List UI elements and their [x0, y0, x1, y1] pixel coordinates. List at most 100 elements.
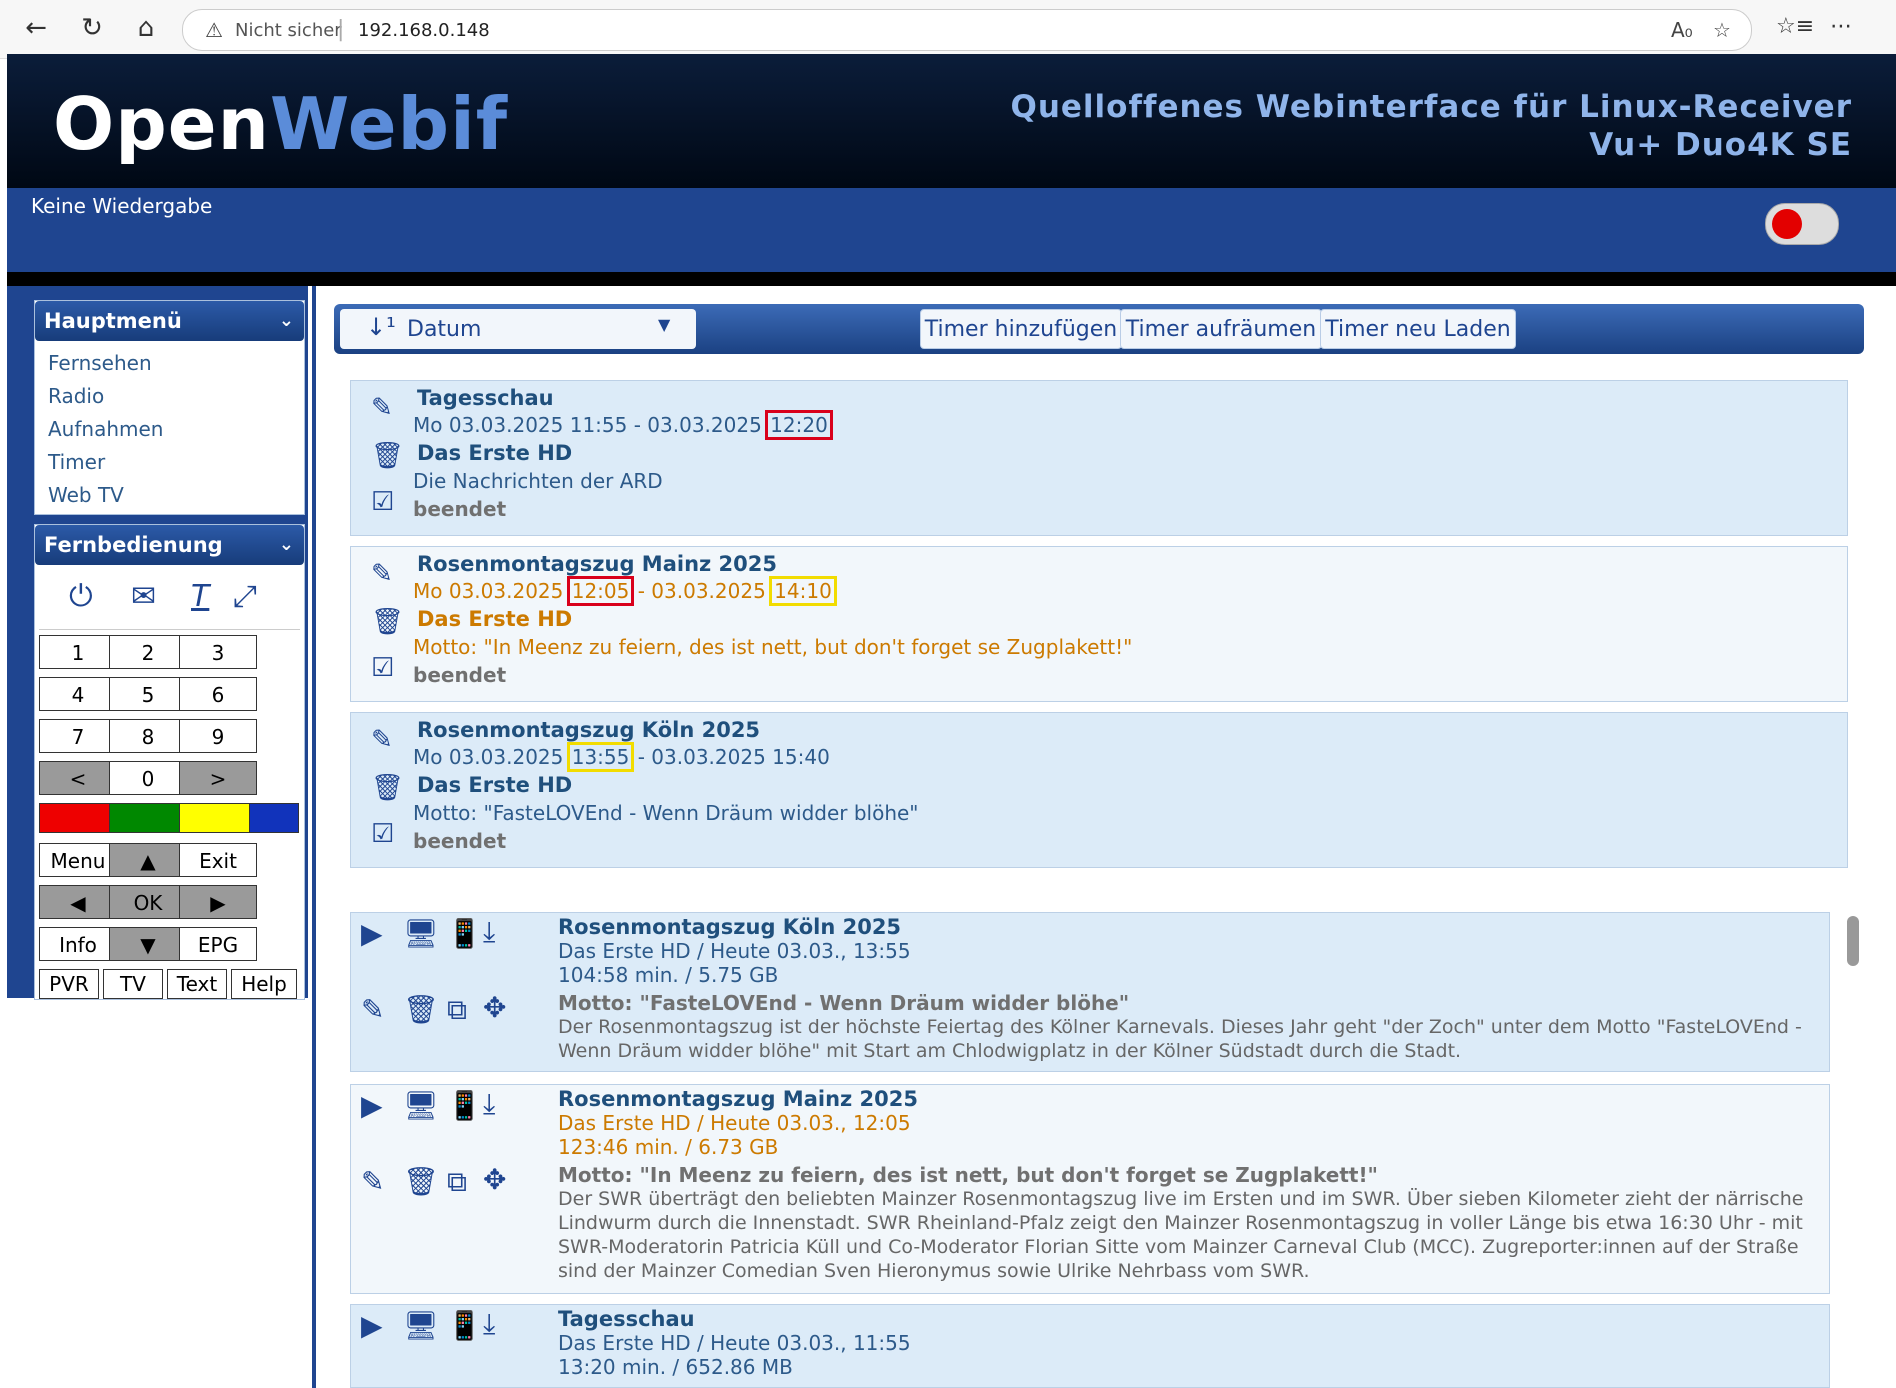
key-3[interactable]: 3	[179, 635, 257, 669]
scrollbar-thumb[interactable]	[1847, 916, 1859, 966]
key-green[interactable]	[109, 803, 187, 833]
edit-icon[interactable]: ✎	[371, 559, 393, 589]
copy-icon[interactable]: ⧉	[447, 1165, 467, 1199]
mobile-icon[interactable]: 📱	[447, 1309, 482, 1342]
trash-icon[interactable]: 🗑	[403, 1165, 439, 1198]
play-icon[interactable]: ▶	[361, 1309, 383, 1342]
home-icon[interactable]: ⌂	[128, 10, 164, 46]
add-timer-button[interactable]: Timer hinzufügen	[920, 309, 1122, 349]
main-menu-header[interactable]: Hauptmenü ⌄	[35, 301, 304, 341]
key-next[interactable]: >	[179, 761, 257, 795]
download-icon[interactable]: ⤓	[483, 1087, 495, 1121]
recording-title[interactable]: Rosenmontagszug Köln 2025	[558, 915, 901, 939]
favorites-icon[interactable]: ☆≡	[1776, 14, 1814, 39]
timer-start-highlight: 12:05	[566, 576, 635, 606]
key-right[interactable]: ▶	[179, 885, 257, 919]
monitor-icon[interactable]: 🖥	[403, 1309, 439, 1342]
timer-channel: Das Erste HD	[417, 773, 573, 797]
menu-item-fernsehen[interactable]: Fernsehen	[35, 347, 304, 380]
back-icon[interactable]: ←	[18, 10, 54, 46]
mobile-icon[interactable]: 📱	[447, 917, 482, 950]
key-left[interactable]: ◀	[39, 885, 117, 919]
cleanup-timers-button[interactable]: Timer aufräumen	[1120, 309, 1322, 349]
toggle-knob	[1772, 209, 1802, 239]
key-blue[interactable]	[249, 803, 299, 833]
key-red[interactable]	[39, 803, 117, 833]
download-icon[interactable]: ⤓	[483, 1307, 495, 1341]
security-warning: Nicht sicher	[235, 20, 342, 41]
menu-item-timer[interactable]: Timer	[35, 446, 304, 479]
remote-header[interactable]: Fernbedienung ⌄	[35, 525, 304, 565]
checkbox-icon[interactable]: ☑	[371, 653, 394, 683]
key-pvr[interactable]: PVR	[39, 969, 99, 999]
key-menu[interactable]: Menu	[39, 843, 117, 877]
mobile-icon[interactable]: 📱	[447, 1089, 482, 1122]
trash-icon[interactable]: 🗑	[371, 773, 404, 803]
menu-item-webtv[interactable]: Web TV	[35, 479, 304, 512]
url-text[interactable]: 192.168.0.148	[358, 20, 490, 41]
power-icon[interactable]: ⏻	[69, 579, 93, 614]
favorite-star-icon[interactable]: ☆	[1713, 18, 1731, 42]
key-help[interactable]: Help	[231, 969, 297, 999]
play-icon[interactable]: ▶	[361, 917, 383, 950]
edit-icon[interactable]: ✎	[361, 993, 384, 1026]
sort-select[interactable]: ↓¹ Datum ▼	[340, 309, 696, 349]
edit-icon[interactable]: ✎	[371, 393, 393, 423]
timer-status: beendet	[413, 829, 507, 853]
key-5[interactable]: 5	[109, 677, 187, 711]
download-icon[interactable]: ⤓	[483, 915, 495, 949]
move-icon[interactable]: ✥	[483, 1163, 506, 1196]
key-info[interactable]: Info	[39, 927, 117, 961]
chevron-down-icon[interactable]: ⌄	[279, 301, 294, 341]
key-6[interactable]: 6	[179, 677, 257, 711]
reload-icon[interactable]: ↻	[74, 10, 110, 46]
play-icon[interactable]: ▶	[361, 1089, 383, 1122]
edit-icon[interactable]: ✎	[361, 1165, 384, 1198]
recording-title[interactable]: Tagesschau	[558, 1307, 695, 1331]
recording-description: Der Rosenmontagszug ist der höchste Feie…	[558, 1016, 1802, 1062]
trash-icon[interactable]: 🗑	[371, 441, 404, 471]
copy-icon[interactable]: ⧉	[447, 993, 467, 1027]
key-down[interactable]: ▼	[109, 927, 187, 961]
more-icon[interactable]: ⋯	[1830, 14, 1852, 39]
key-yellow[interactable]	[179, 803, 257, 833]
menu-item-aufnahmen[interactable]: Aufnahmen	[35, 413, 304, 446]
monitor-icon[interactable]: 🖥	[403, 1089, 439, 1122]
key-text[interactable]: Text	[167, 969, 227, 999]
key-8[interactable]: 8	[109, 719, 187, 753]
status-bar: Keine Wiedergabe	[7, 188, 1896, 272]
logo-open: Open	[53, 82, 270, 166]
key-epg[interactable]: EPG	[179, 927, 257, 961]
key-up[interactable]: ▲	[109, 843, 187, 877]
checkbox-icon[interactable]: ☑	[371, 487, 394, 517]
reload-timers-button[interactable]: Timer neu Laden	[1320, 309, 1516, 349]
menu-item-radio[interactable]: Radio	[35, 380, 304, 413]
chevron-down-icon[interactable]: ⌄	[279, 525, 294, 565]
monitor-icon[interactable]: 🖥	[403, 917, 439, 950]
key-4[interactable]: 4	[39, 677, 117, 711]
trash-icon[interactable]: 🗑	[403, 993, 439, 1026]
key-9[interactable]: 9	[179, 719, 257, 753]
key-1[interactable]: 1	[39, 635, 117, 669]
key-ok[interactable]: OK	[109, 885, 187, 919]
timer-start-date: Mo 03.03.2025	[413, 745, 570, 769]
key-tv[interactable]: TV	[103, 969, 163, 999]
key-2[interactable]: 2	[109, 635, 187, 669]
theme-toggle[interactable]	[1765, 203, 1839, 245]
trash-icon[interactable]: 🗑	[371, 607, 404, 637]
edit-icon[interactable]: ✎	[371, 725, 393, 755]
key-exit[interactable]: Exit	[179, 843, 257, 877]
checkbox-icon[interactable]: ☑	[371, 819, 394, 849]
logo[interactable]: OpenWebif	[53, 82, 508, 166]
mail-icon[interactable]: ✉	[131, 579, 156, 614]
address-bar[interactable]: ⚠ Nicht sicher | 192.168.0.148 A₀ ☆	[182, 9, 1752, 51]
read-aloud-icon[interactable]: A₀	[1671, 18, 1693, 42]
key-prev[interactable]: <	[39, 761, 117, 795]
move-icon[interactable]: ✥	[483, 991, 506, 1024]
timer-item: ✎ 🗑 ☑ Rosenmontagszug Köln 2025 Mo 03.03…	[350, 712, 1848, 868]
text-icon[interactable]: T	[191, 579, 209, 614]
recording-title[interactable]: Rosenmontagszug Mainz 2025	[558, 1087, 918, 1111]
key-7[interactable]: 7	[39, 719, 117, 753]
fullscreen-icon[interactable]: ⤢	[233, 579, 257, 614]
key-0[interactable]: 0	[109, 761, 187, 795]
